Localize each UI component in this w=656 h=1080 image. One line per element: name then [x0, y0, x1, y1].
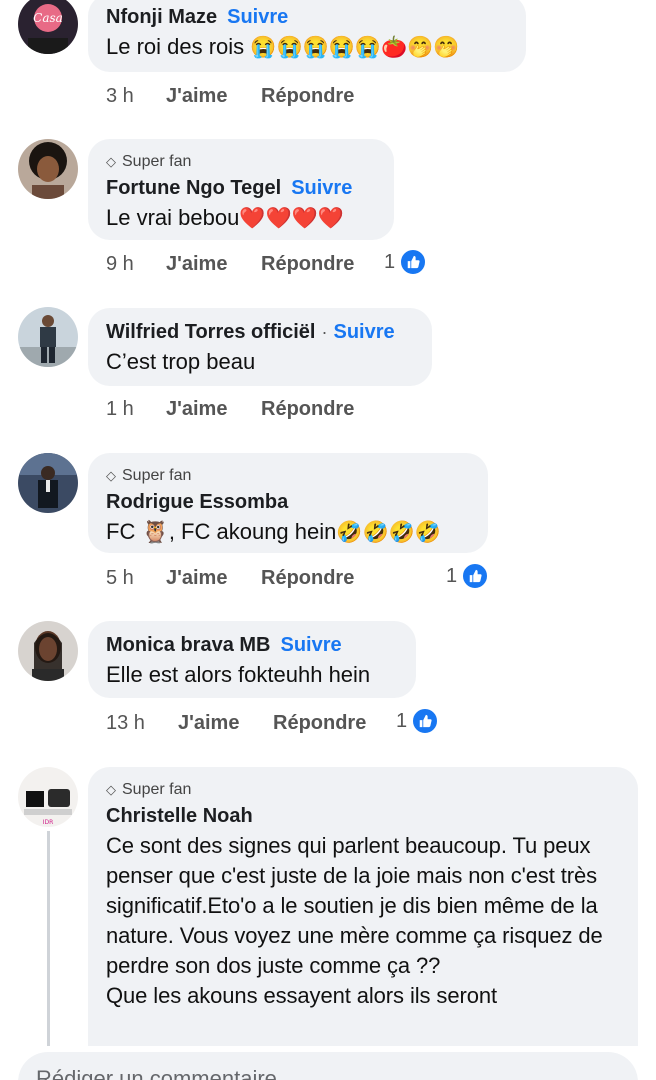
comment-bubble[interactable]: Wilfried Torres officiël · Suivre C’est …	[88, 308, 432, 386]
reply-button[interactable]: Répondre	[261, 85, 354, 108]
like-button[interactable]: J'aime	[166, 253, 261, 276]
author-name[interactable]: Wilfried Torres officiël	[106, 321, 315, 344]
comment-actions: 13 h J'aime Répondre	[106, 708, 366, 738]
superfan-badge: ◇ Super fan	[106, 151, 376, 173]
reaction-summary[interactable]: 1	[384, 247, 428, 277]
reply-thread-line	[47, 831, 50, 1080]
avatar[interactable]: Casa	[18, 0, 78, 54]
like-button[interactable]: J'aime	[166, 85, 261, 108]
comment-text: Le vrai bebou	[106, 205, 240, 230]
diamond-icon: ◇	[106, 468, 116, 483]
comment-emoji: ❤️❤️❤️❤️	[239, 207, 344, 230]
reaction-count: 1	[396, 709, 408, 732]
timestamp[interactable]: 3 h	[106, 85, 166, 108]
timestamp[interactable]: 1 h	[106, 398, 166, 421]
thumbs-up-icon	[411, 707, 440, 735]
comment-actions: 9 h J'aime Répondre	[106, 249, 354, 279]
comment-actions: 5 h J'aime Répondre	[106, 563, 354, 593]
follow-button[interactable]: Suivre	[291, 177, 352, 200]
comment-text: Elle est alors fokteuhh hein	[106, 662, 371, 687]
follow-button[interactable]: Suivre	[280, 634, 341, 657]
comment-emoji: 😭😭😭😭😭🍅🤭🤭	[250, 36, 460, 59]
timestamp[interactable]: 9 h	[106, 253, 166, 276]
superfan-badge: ◇ Super fan	[106, 465, 470, 487]
comment-bubble[interactable]: Monica brava MB Suivre Elle est alors fo…	[88, 621, 416, 698]
author-name[interactable]: Rodrigue Essomba	[106, 491, 288, 514]
reply-button[interactable]: Répondre	[261, 567, 354, 590]
composer-placeholder: Rédiger un commentaire...	[36, 1066, 296, 1080]
svg-text:Casa: Casa	[33, 11, 63, 25]
author-name[interactable]: Christelle Noah	[106, 805, 253, 828]
superfan-label: Super fan	[122, 153, 192, 170]
reply-button[interactable]: Répondre	[261, 398, 354, 421]
like-button[interactable]: J'aime	[166, 398, 261, 421]
avatar[interactable]	[18, 307, 78, 367]
comment-composer[interactable]: Rédiger un commentaire...	[18, 1052, 638, 1080]
comment-text: C’est trop beau	[106, 349, 256, 374]
comment-actions: 1 h J'aime Répondre	[106, 394, 354, 424]
comment-text: Ce sont des signes qui parlent beaucoup.…	[106, 833, 603, 1008]
svg-text:IDR: IDR	[43, 819, 54, 826]
like-button[interactable]: J'aime	[166, 567, 261, 590]
comment-bubble[interactable]: ◇ Super fan Fortune Ngo Tegel Suivre Le …	[88, 139, 394, 240]
reply-button[interactable]: Répondre	[261, 253, 354, 276]
avatar[interactable]	[18, 453, 78, 513]
like-button[interactable]: J'aime	[178, 712, 273, 735]
comment-bubble[interactable]: ◇ Super fan Christelle Noah Ce sont des …	[88, 767, 638, 1067]
separator-dot: ·	[321, 321, 328, 342]
comment-bubble[interactable]: Nfonji Maze Suivre Le roi des rois 😭😭😭😭😭…	[88, 0, 526, 72]
diamond-icon: ◇	[106, 154, 116, 169]
timestamp[interactable]: 13 h	[106, 712, 178, 735]
comment-text: Le roi des rois	[106, 34, 245, 59]
author-name[interactable]: Monica brava MB	[106, 634, 270, 657]
comment-actions: 3 h J'aime Répondre	[106, 81, 354, 111]
comment-bubble[interactable]: ◇ Super fan Rodrigue Essomba FC 🦉, FC ak…	[88, 453, 488, 553]
timestamp[interactable]: 5 h	[106, 567, 166, 590]
follow-button[interactable]: Suivre	[227, 6, 288, 29]
thumbs-up-icon	[461, 562, 490, 590]
reaction-count: 1	[446, 564, 458, 587]
avatar[interactable]	[18, 621, 78, 681]
comments-feed: Casa Nfonji Maze Suivre Le roi des rois …	[0, 0, 656, 1080]
comment-emoji: 🤣🤣🤣🤣	[336, 521, 441, 544]
follow-button[interactable]: Suivre	[333, 321, 394, 344]
superfan-badge: ◇ Super fan	[106, 779, 620, 801]
reaction-count: 1	[384, 250, 396, 273]
diamond-icon: ◇	[106, 782, 116, 797]
reply-button[interactable]: Répondre	[273, 712, 366, 735]
author-name[interactable]: Nfonji Maze	[106, 6, 217, 29]
superfan-label: Super fan	[122, 467, 192, 484]
comment-text: FC 🦉, FC akoung hein	[106, 519, 337, 544]
avatar[interactable]	[18, 139, 78, 199]
avatar[interactable]: IDR	[18, 767, 78, 827]
reaction-summary[interactable]: 1	[396, 706, 440, 736]
superfan-label: Super fan	[122, 781, 192, 798]
author-name[interactable]: Fortune Ngo Tegel	[106, 177, 281, 200]
thumbs-up-icon	[399, 248, 428, 276]
reaction-summary[interactable]: 1	[446, 561, 490, 591]
